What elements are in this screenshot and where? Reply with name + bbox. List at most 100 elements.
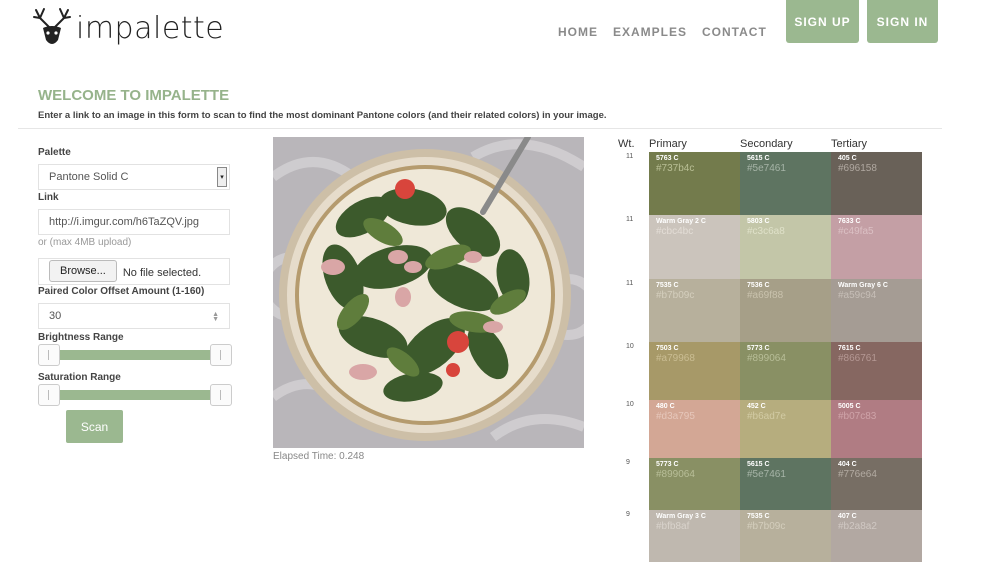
link-label: Link <box>38 192 59 203</box>
scan-button[interactable]: Scan <box>66 410 123 443</box>
saturation-range-track <box>48 390 224 400</box>
file-status: No file selected. <box>122 267 202 279</box>
brightness-label: Brightness Range <box>38 332 124 343</box>
hex-code: #5e7461 <box>747 469 786 480</box>
pantone-name: 480 C <box>656 403 675 410</box>
divider <box>18 128 942 129</box>
sign-in-button[interactable]: SIGN IN <box>867 0 938 43</box>
deer-logo-icon <box>33 8 71 44</box>
tertiary-color-swatch[interactable]: 5005 C #b07c83 <box>831 400 922 458</box>
nav-contact[interactable]: CONTACT <box>702 25 767 39</box>
hex-code: #866761 <box>838 353 877 364</box>
row-weight: 11 <box>626 216 634 223</box>
link-input-value: http://i.imgur.com/h6TaZQV.jpg <box>49 216 199 228</box>
scanned-image <box>273 137 584 448</box>
page-description: Enter a link to an image in this form to… <box>38 110 607 121</box>
hex-code: #b07c83 <box>838 411 877 422</box>
row-weight: 10 <box>626 401 634 408</box>
chevron-down-icon[interactable]: ▾ <box>217 167 227 187</box>
hex-code: #696158 <box>838 163 877 174</box>
primary-color-swatch[interactable]: 7535 C #b7b09c <box>649 279 740 342</box>
hex-code: #737b4c <box>656 163 695 174</box>
tertiary-color-swatch[interactable]: Warm Gray 6 C #a59c94 <box>831 279 922 342</box>
tertiary-color-swatch[interactable]: 405 C #696158 <box>831 152 922 215</box>
offset-label: Paired Color Offset Amount (1-160) <box>38 286 205 297</box>
spinner-arrows-icon[interactable]: ▲ ▼ <box>212 311 219 323</box>
secondary-color-swatch[interactable]: 5615 C #5e7461 <box>740 152 831 215</box>
pantone-name: 7536 C <box>747 282 770 289</box>
pantone-name: 7535 C <box>656 282 679 289</box>
hex-code: #d3a795 <box>656 411 695 422</box>
secondary-color-swatch[interactable]: 5803 C #c3c6a8 <box>740 215 831 279</box>
brightness-slider[interactable] <box>38 344 234 366</box>
hex-code: #b7b09c <box>747 521 786 532</box>
tertiary-color-swatch[interactable]: 7633 C #c49fa5 <box>831 215 922 279</box>
offset-input-value: 30 <box>49 310 62 322</box>
secondary-color-swatch[interactable]: 5773 C #899064 <box>740 342 831 400</box>
pantone-name: Warm Gray 6 C <box>838 282 888 289</box>
elapsed-time: Elapsed Time: 0.248 <box>273 451 365 462</box>
pantone-name: 407 C <box>838 513 857 520</box>
secondary-header: Secondary <box>740 138 793 150</box>
hex-code: #b2a8a2 <box>838 521 877 532</box>
primary-color-swatch[interactable]: 5763 C #737b4c <box>649 152 740 215</box>
link-input[interactable]: http://i.imgur.com/h6TaZQV.jpg <box>38 209 230 235</box>
secondary-color-swatch[interactable]: 7536 C #a69f88 <box>740 279 831 342</box>
primary-color-swatch[interactable]: Warm Gray 3 C #bfb8af <box>649 510 740 562</box>
hex-code: #5e7461 <box>747 163 786 174</box>
saturation-max-handle[interactable] <box>210 384 232 406</box>
row-weight: 10 <box>626 343 634 350</box>
hex-code: #b7b09c <box>656 290 695 301</box>
upload-hint: or (max 4MB upload) <box>38 237 132 248</box>
brightness-range-track <box>48 350 224 360</box>
brand-logo[interactable]: impalette <box>32 6 224 50</box>
pantone-name: Warm Gray 3 C <box>656 513 706 520</box>
pantone-name: 7535 C <box>747 513 770 520</box>
browse-button[interactable]: Browse... <box>49 260 117 282</box>
pantone-name: 5615 C <box>747 155 770 162</box>
page-title: WELCOME TO IMPALETTE <box>38 87 230 104</box>
brightness-max-handle[interactable] <box>210 344 232 366</box>
pantone-name: 7615 C <box>838 345 861 352</box>
tertiary-color-swatch[interactable]: 7615 C #866761 <box>831 342 922 400</box>
weight-header: Wt. <box>618 138 635 150</box>
main-nav: HOME EXAMPLES CONTACT <box>558 25 782 39</box>
pantone-name: 5773 C <box>656 461 679 468</box>
pantone-name: 7503 C <box>656 345 679 352</box>
tertiary-color-swatch[interactable]: 404 C #776e64 <box>831 458 922 510</box>
pantone-name: 452 C <box>747 403 766 410</box>
tertiary-color-swatch[interactable]: 407 C #b2a8a2 <box>831 510 922 562</box>
secondary-color-swatch[interactable]: 452 C #b6ad7e <box>740 400 831 458</box>
row-weight: 11 <box>626 153 634 160</box>
brightness-min-handle[interactable] <box>38 344 60 366</box>
pantone-name: Warm Gray 2 C <box>656 218 706 225</box>
nav-examples[interactable]: EXAMPLES <box>613 25 687 39</box>
saturation-min-handle[interactable] <box>38 384 60 406</box>
primary-color-swatch[interactable]: 480 C #d3a795 <box>649 400 740 458</box>
offset-input[interactable]: 30 ▲ ▼ <box>38 303 230 329</box>
hex-code: #c3c6a8 <box>747 226 785 237</box>
hex-code: #b6ad7e <box>747 411 786 422</box>
nav-home[interactable]: HOME <box>558 25 598 39</box>
pantone-name: 7633 C <box>838 218 861 225</box>
primary-color-swatch[interactable]: 5773 C #899064 <box>649 458 740 510</box>
hex-code: #bfb8af <box>656 521 690 532</box>
pantone-name: 5773 C <box>747 345 770 352</box>
palette-select[interactable]: Pantone Solid C ▾ <box>38 164 230 190</box>
tertiary-header: Tertiary <box>831 138 868 150</box>
pantone-name: 5803 C <box>747 218 770 225</box>
sign-up-button[interactable]: SIGN UP <box>786 0 859 43</box>
pantone-name: 404 C <box>838 461 857 468</box>
saturation-slider[interactable] <box>38 384 234 406</box>
hex-code: #a69f88 <box>747 290 784 301</box>
pantone-name: 5005 C <box>838 403 861 410</box>
secondary-color-swatch[interactable]: 7535 C #b7b09c <box>740 510 831 562</box>
primary-color-swatch[interactable]: Warm Gray 2 C #cbc4bc <box>649 215 740 279</box>
file-upload: Browse... No file selected. <box>38 258 230 285</box>
primary-color-swatch[interactable]: 7503 C #a79968 <box>649 342 740 400</box>
hex-code: #776e64 <box>838 469 877 480</box>
brand-name: impalette <box>76 10 225 46</box>
pantone-name: 5615 C <box>747 461 770 468</box>
pantone-name: 5763 C <box>656 155 679 162</box>
secondary-color-swatch[interactable]: 5615 C #5e7461 <box>740 458 831 510</box>
